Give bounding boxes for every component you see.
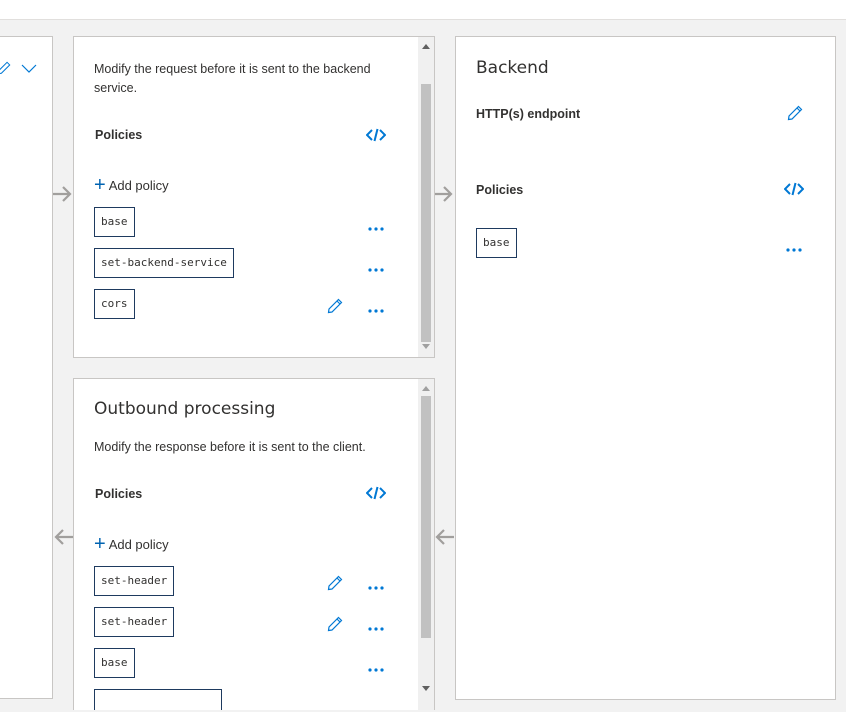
more-options-icon[interactable] xyxy=(367,226,385,232)
more-options-icon[interactable] xyxy=(367,667,385,673)
scroll-up-arrow-icon[interactable] xyxy=(422,43,430,49)
flow-arrow-icon xyxy=(54,529,73,545)
scroll-up-arrow-icon[interactable] xyxy=(422,385,430,391)
code-view-icon[interactable] xyxy=(784,182,804,196)
edit-pencil-icon[interactable] xyxy=(327,298,343,314)
plus-icon: + xyxy=(94,533,106,555)
inbound-scrollbar[interactable] xyxy=(418,37,434,357)
backend-policies-label: Policies xyxy=(476,183,524,197)
backend-title: Backend xyxy=(476,58,549,78)
more-options-icon[interactable] xyxy=(367,585,385,591)
policy-chip-base[interactable]: base xyxy=(94,207,135,237)
top-bar xyxy=(0,0,846,20)
flow-arrow-icon xyxy=(53,186,72,202)
outbound-scrollbar[interactable] xyxy=(418,379,434,710)
code-view-icon[interactable] xyxy=(366,128,386,142)
flow-arrow-icon xyxy=(434,186,453,202)
code-view-icon[interactable] xyxy=(366,486,386,500)
more-options-icon[interactable] xyxy=(367,626,385,632)
policy-chip-set-header[interactable]: set-header xyxy=(94,607,175,637)
flow-arrow-icon xyxy=(435,529,454,545)
outbound-processing-panel: Outbound processing Modify the response … xyxy=(73,378,435,710)
more-options-icon[interactable] xyxy=(367,308,385,314)
scroll-down-arrow-icon[interactable] xyxy=(422,686,430,692)
add-policy-label: Add policy xyxy=(108,536,169,552)
inbound-policies-label: Policies xyxy=(95,128,143,142)
frontend-panel xyxy=(0,36,53,699)
http-endpoint-label: HTTP(s) endpoint xyxy=(476,107,581,121)
inbound-processing-panel: Modify the request before it is sent to … xyxy=(73,36,435,358)
more-options-icon[interactable] xyxy=(367,267,385,273)
policy-chip-partial[interactable] xyxy=(94,689,222,710)
policy-chip-base[interactable]: base xyxy=(476,228,517,258)
add-policy-label: Add policy xyxy=(108,177,169,193)
scroll-down-arrow-icon[interactable] xyxy=(422,344,430,350)
policy-chip-cors[interactable]: cors xyxy=(94,289,135,319)
edit-pencil-icon[interactable] xyxy=(327,616,343,632)
chevron-down-icon[interactable] xyxy=(21,64,37,74)
outbound-policies-label: Policies xyxy=(95,487,143,501)
inbound-add-policy-button[interactable]: + Add policy xyxy=(94,174,169,196)
more-options-icon[interactable] xyxy=(785,247,803,253)
policy-chip-base[interactable]: base xyxy=(94,648,135,678)
inbound-description: Modify the request before it is sent to … xyxy=(94,62,371,95)
outbound-description: Modify the response before it is sent to… xyxy=(94,440,366,454)
policy-chip-set-header[interactable]: set-header xyxy=(94,566,175,596)
outbound-scroll-thumb[interactable] xyxy=(421,396,431,638)
edit-pencil-icon[interactable] xyxy=(787,105,803,121)
policy-chip-set-backend-service[interactable]: set-backend-service xyxy=(94,248,234,278)
inbound-scroll-thumb[interactable] xyxy=(421,84,431,342)
outbound-add-policy-button[interactable]: + Add policy xyxy=(94,533,169,555)
outbound-title: Outbound processing xyxy=(94,399,276,419)
plus-icon: + xyxy=(94,174,106,196)
edit-pencil-icon[interactable] xyxy=(327,575,343,591)
backend-panel: Backend HTTP(s) endpoint Policies base xyxy=(455,36,836,700)
edit-pencil-icon[interactable] xyxy=(0,61,11,75)
